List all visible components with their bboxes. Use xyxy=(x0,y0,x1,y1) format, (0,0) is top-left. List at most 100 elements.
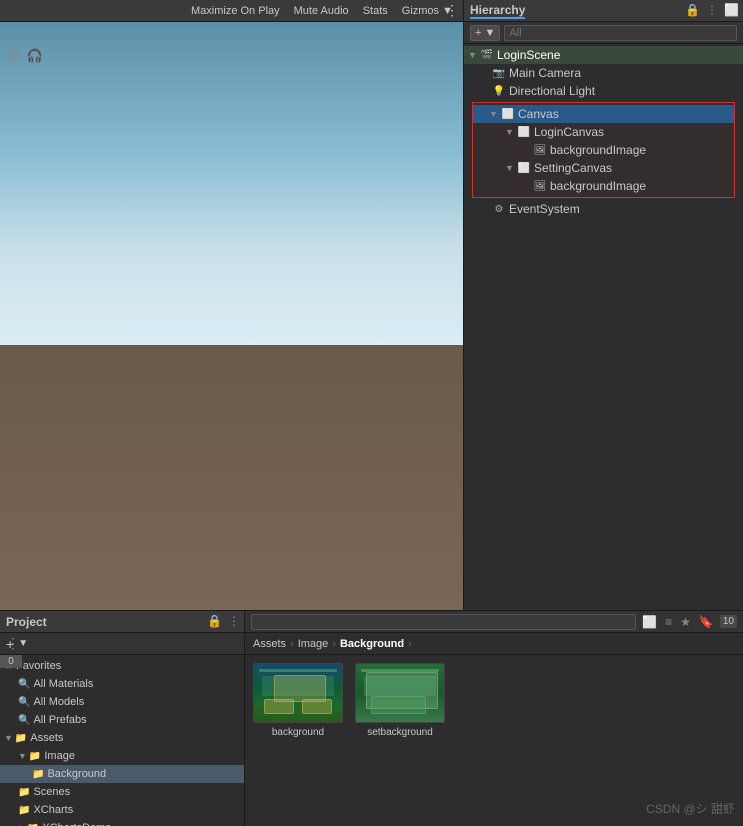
setbackground-thumbnail xyxy=(355,663,445,723)
tree-item-image[interactable]: ▼ 📁 Image xyxy=(0,747,244,765)
mute-audio-button[interactable]: Mute Audio xyxy=(290,3,353,19)
hierarchy-scene-root[interactable]: ▼ 🎬 LoginScene xyxy=(464,46,743,64)
breadcrumb-background[interactable]: Background xyxy=(340,638,404,650)
scene-view: Maximize On Play Mute Audio Stats Gizmos… xyxy=(0,0,463,610)
hierarchy-content: ▼ 🎬 LoginScene 📷 Main Camera 💡 Direction… xyxy=(464,44,743,610)
assets-count-badge: 10 xyxy=(720,615,737,628)
more-icon[interactable]: ⋮ xyxy=(706,3,718,17)
hierarchy-title: Hierarchy xyxy=(470,3,525,19)
hierarchy-toolbar: + ▼ xyxy=(464,22,743,44)
setting-canvas-expand: ▼ xyxy=(505,163,517,173)
breadcrumb: Assets › Image › Background › xyxy=(245,633,743,655)
scenes-folder-icon: 📁 xyxy=(18,787,30,798)
canvas-icon: ⬜ xyxy=(501,107,515,121)
background-label: background xyxy=(272,727,324,738)
camera-icon: 📷 xyxy=(492,66,506,80)
canvas-label: Canvas xyxy=(518,107,559,121)
login-canvas-label: LoginCanvas xyxy=(534,125,604,139)
tree-item-favorites[interactable]: ★ Favorites xyxy=(0,657,244,675)
setbackground-label: setbackground xyxy=(367,727,433,738)
assets-star-icon[interactable]: ★ xyxy=(678,614,693,630)
assets-favorite-icon[interactable]: 🔖 xyxy=(697,614,716,630)
all-materials-search-icon: 🔍 xyxy=(18,679,30,690)
scenes-label: Scenes xyxy=(33,786,70,798)
eventsystem-icon: ⚙ xyxy=(492,202,506,216)
breadcrumb-sep-1: › xyxy=(290,638,294,650)
top-section: Maximize On Play Mute Audio Stats Gizmos… xyxy=(0,0,743,610)
tree-item-xcharts[interactable]: 📁 XCharts xyxy=(0,801,244,819)
hierarchy-item-event-system[interactable]: ⚙ EventSystem xyxy=(464,200,743,218)
breadcrumb-assets[interactable]: Assets xyxy=(253,638,286,650)
breadcrumb-image[interactable]: Image xyxy=(298,638,329,650)
expand-icon[interactable]: ⬜ xyxy=(724,3,739,17)
setting-canvas-icon: ⬜ xyxy=(517,161,531,175)
tree-item-all-prefabs[interactable]: 🔍 All Prefabs xyxy=(0,711,244,729)
scene-eye-icons: 👁 🎧 xyxy=(6,48,43,64)
project-lock-icon[interactable]: 🔒 xyxy=(207,614,222,628)
hierarchy-item-bg-image-2[interactable]: 🖼 backgroundImage xyxy=(473,177,734,195)
main-camera-label: Main Camera xyxy=(509,66,581,80)
hierarchy-item-bg-image-1[interactable]: 🖼 backgroundImage xyxy=(473,141,734,159)
scene-label: LoginScene xyxy=(497,48,560,62)
project-tree: ★ Favorites 🔍 All Materials 🔍 All Models… xyxy=(0,655,244,826)
image-folder-icon: 📁 xyxy=(29,751,41,762)
eye-icon[interactable]: 👁 xyxy=(6,48,23,64)
assets-search-input[interactable] xyxy=(251,614,636,630)
hierarchy-item-setting-canvas[interactable]: ▼ ⬜ SettingCanvas xyxy=(473,159,734,177)
stats-button[interactable]: Stats xyxy=(359,3,392,19)
xchartsdemo-expand-icon: ▶ xyxy=(18,823,25,826)
project-more-icon[interactable]: ⋮ xyxy=(228,614,240,628)
hierarchy-item-login-canvas[interactable]: ▼ ⬜ LoginCanvas xyxy=(473,123,734,141)
hierarchy-add-button[interactable]: + ▼ xyxy=(470,25,500,41)
directional-light-label: Directional Light xyxy=(509,84,595,98)
breadcrumb-sep-3: › xyxy=(408,638,412,650)
all-models-label: All Models xyxy=(33,696,84,708)
light-icon: 💡 xyxy=(492,84,506,98)
assets-thumbnail-icon[interactable]: ⬜ xyxy=(640,614,659,630)
counter-badge: 0 xyxy=(0,655,22,668)
assets-label: Assets xyxy=(30,732,63,744)
project-toolbar: + ▼ xyxy=(0,633,244,655)
setting-canvas-label: SettingCanvas xyxy=(534,161,612,175)
hierarchy-item-canvas[interactable]: ▼ ⬜ Canvas xyxy=(473,105,734,123)
scene-horizon xyxy=(0,315,463,345)
assets-list-icon[interactable]: ≡ xyxy=(663,614,674,630)
tree-item-scenes[interactable]: 📁 Scenes xyxy=(0,783,244,801)
tree-item-all-materials[interactable]: 🔍 All Materials xyxy=(0,675,244,693)
hierarchy-item-directional-light[interactable]: 💡 Directional Light xyxy=(464,82,743,100)
hierarchy-item-main-camera[interactable]: 📷 Main Camera xyxy=(464,64,743,82)
login-canvas-expand: ▼ xyxy=(505,127,517,137)
tree-item-all-models[interactable]: 🔍 All Models xyxy=(0,693,244,711)
tree-item-assets[interactable]: ▼ 📁 Assets xyxy=(0,729,244,747)
all-prefabs-label: All Prefabs xyxy=(33,714,86,726)
favorites-label: Favorites xyxy=(16,660,61,672)
hierarchy-search[interactable] xyxy=(504,25,737,41)
bg-image-1-label: backgroundImage xyxy=(550,143,646,157)
assets-header: ⬜ ≡ ★ 🔖 10 xyxy=(245,611,743,633)
asset-item-setbackground[interactable]: setbackground xyxy=(355,663,445,738)
project-title: Project xyxy=(6,615,47,629)
project-panel: Project 🔒 ⋮ + ▼ ★ Favorites 🔍 All Materi… xyxy=(0,611,245,826)
assets-content: ⬜ ≡ ★ 🔖 10 Assets › Image › Background › xyxy=(245,611,743,825)
scene-icon: 🎬 xyxy=(480,48,494,62)
hierarchy-header-icons: 🔒 ⋮ ⬜ xyxy=(685,3,739,17)
setbackground-thumb-preview xyxy=(356,664,444,722)
hierarchy-header: Hierarchy 🔒 ⋮ ⬜ xyxy=(464,0,743,22)
maximize-on-play-button[interactable]: Maximize On Play xyxy=(187,3,284,19)
ear-icon[interactable]: 🎧 xyxy=(27,48,43,64)
left-dots-bottom[interactable]: ⋮ xyxy=(6,635,20,652)
image-expand-icon: ▼ xyxy=(18,751,27,761)
xchartsdemo-folder-icon: 📁 xyxy=(27,823,39,826)
hierarchy-panel: Hierarchy 🔒 ⋮ ⬜ + ▼ ▼ 🎬 LoginScene 📷 Mai xyxy=(463,0,743,610)
background-folder-icon: 📁 xyxy=(32,769,44,780)
lock-icon[interactable]: 🔒 xyxy=(685,3,700,17)
xcharts-folder-icon: 📁 xyxy=(18,805,30,816)
breadcrumb-sep-2: › xyxy=(332,638,336,650)
scene-expand-arrow: ▼ xyxy=(468,50,480,60)
xcharts-label: XCharts xyxy=(33,804,73,816)
asset-item-background[interactable]: background xyxy=(253,663,343,738)
canvas-expand: ▼ xyxy=(489,109,501,119)
scene-dots-menu[interactable]: ⋮ xyxy=(445,2,459,19)
all-materials-label: All Materials xyxy=(33,678,93,690)
tree-item-background[interactable]: 📁 Background xyxy=(0,765,244,783)
